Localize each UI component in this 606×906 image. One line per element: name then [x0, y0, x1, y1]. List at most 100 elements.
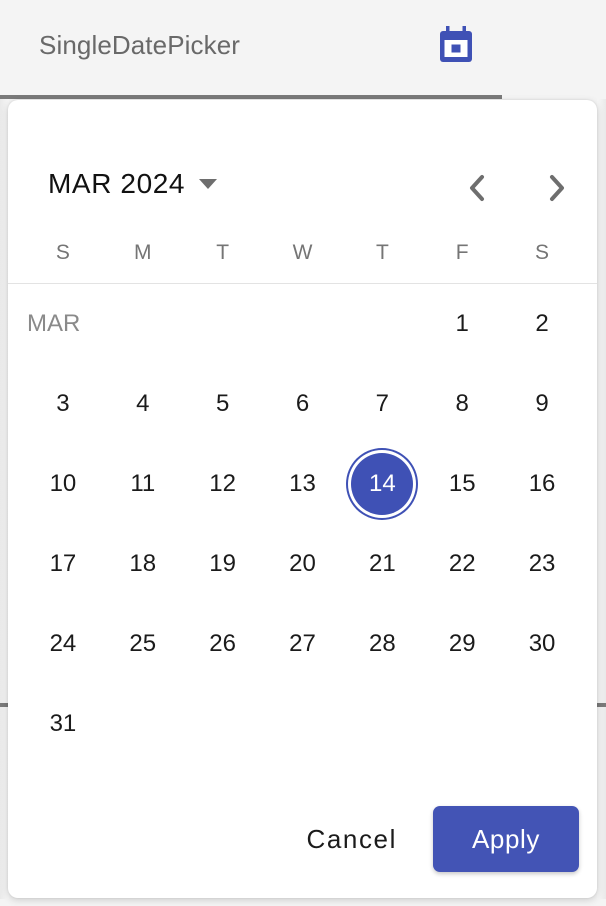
- previous-month-button[interactable]: [457, 168, 497, 208]
- day-cell-empty: [103, 284, 183, 364]
- month-year-label: MAR 2024: [48, 168, 186, 199]
- day-cell[interactable]: 23: [502, 524, 582, 604]
- week-row: 3 4 5 6 7 8 9: [23, 364, 582, 444]
- day-number: 14: [369, 470, 396, 497]
- day-cell-empty: [103, 684, 183, 764]
- week-row: 31: [23, 684, 582, 764]
- day-number: 16: [528, 470, 556, 497]
- date-field-area[interactable]: SingleDatePicker: [0, 0, 606, 99]
- day-cell[interactable]: 28: [342, 604, 422, 684]
- day-cell[interactable]: 31: [23, 684, 103, 764]
- weekday-saturday: S: [535, 241, 550, 264]
- weekday-header-row: S M T W T F S: [8, 230, 597, 276]
- day-cell[interactable]: 26: [183, 604, 263, 684]
- day-number: 9: [535, 390, 549, 417]
- day-cell[interactable]: 29: [422, 604, 502, 684]
- next-month-button[interactable]: [537, 168, 577, 208]
- dialog-actions: Cancel Apply: [8, 780, 597, 898]
- weekday-wednesday: W: [292, 241, 313, 264]
- day-cell-empty: [183, 284, 263, 364]
- day-number: 26: [209, 630, 236, 657]
- cancel-button[interactable]: Cancel: [292, 814, 411, 865]
- calendar-icon[interactable]: [437, 26, 475, 66]
- day-number: 5: [215, 390, 230, 417]
- day-cell[interactable]: 10: [23, 444, 103, 524]
- day-cell-empty: [183, 684, 263, 764]
- day-number: 6: [295, 390, 310, 417]
- day-number: 24: [49, 630, 77, 657]
- day-cell[interactable]: 24: [23, 604, 103, 684]
- day-cell[interactable]: 8: [422, 364, 502, 444]
- day-number: 19: [209, 550, 236, 577]
- calendar-header: MAR 2024: [8, 100, 597, 230]
- day-cell[interactable]: 7: [342, 364, 422, 444]
- day-cell-empty: [422, 684, 502, 764]
- day-number: 27: [289, 630, 316, 657]
- weekday-thursday: T: [375, 241, 389, 264]
- page-edge-right: [597, 99, 606, 899]
- day-cell-empty: [342, 284, 422, 364]
- weekday-sunday: S: [55, 241, 70, 264]
- day-number: 28: [369, 630, 396, 657]
- day-cell[interactable]: 1: [422, 284, 502, 364]
- day-number: 30: [528, 630, 556, 657]
- day-number: 12: [209, 470, 236, 497]
- day-number: 31: [49, 710, 77, 737]
- day-cell[interactable]: 5: [183, 364, 263, 444]
- day-number: 25: [129, 630, 157, 657]
- week-row: 17 18 19 20 21 22 23: [23, 524, 582, 604]
- day-cell[interactable]: 27: [263, 604, 343, 684]
- date-field-underline: [0, 95, 502, 99]
- week-row: 10 11 12 13 14 15 16: [23, 444, 582, 524]
- month-abbrev-label: MAR: [23, 284, 103, 364]
- day-number: 3: [56, 390, 70, 417]
- day-grid: MAR 1 2 3 4 5 6 7 8 9 10 11 12 13 14 15 16 17 18 19 20 21 22 23…: [8, 284, 597, 764]
- day-cell[interactable]: 19: [183, 524, 263, 604]
- weekday-friday: F: [455, 241, 469, 264]
- day-cell[interactable]: 22: [422, 524, 502, 604]
- day-cell[interactable]: 3: [23, 364, 103, 444]
- weekday-tuesday: T: [216, 241, 230, 264]
- day-number: 8: [455, 390, 469, 417]
- day-number: 23: [528, 550, 556, 577]
- day-cell-empty: [263, 684, 343, 764]
- day-cell-empty: [263, 284, 343, 364]
- day-cell[interactable]: 20: [263, 524, 343, 604]
- day-cell[interactable]: 13: [263, 444, 343, 524]
- day-cell[interactable]: 6: [263, 364, 343, 444]
- day-number: MAR: [27, 310, 81, 337]
- day-number: 2: [535, 310, 549, 337]
- day-number: 1: [455, 310, 469, 337]
- month-year-selector[interactable]: MAR 2024: [48, 168, 218, 200]
- day-number: 20: [289, 550, 316, 577]
- date-field-label: SingleDatePicker: [39, 30, 241, 60]
- day-cell[interactable]: 9: [502, 364, 582, 444]
- date-picker-dialog: MAR 2024 S M T W T F S MAR 1 2 3 4 5 6 7 8 9 10 11 1…: [8, 100, 597, 898]
- chevron-left-icon: [470, 175, 484, 201]
- day-cell[interactable]: 4: [103, 364, 183, 444]
- background-field-underline-right: [597, 703, 606, 707]
- day-number: 11: [130, 470, 156, 497]
- day-cell-empty: [502, 684, 582, 764]
- day-cell[interactable]: 25: [103, 604, 183, 684]
- day-cell[interactable]: 11: [103, 444, 183, 524]
- day-cell[interactable]: 2: [502, 284, 582, 364]
- day-number: 21: [369, 550, 396, 577]
- day-cell[interactable]: 12: [183, 444, 263, 524]
- day-number: 15: [448, 470, 476, 497]
- day-cell[interactable]: 17: [23, 524, 103, 604]
- day-number: 17: [49, 550, 77, 577]
- day-number: 29: [448, 630, 476, 657]
- day-cell-selected[interactable]: 14: [342, 444, 422, 524]
- day-cell[interactable]: 18: [103, 524, 183, 604]
- day-number: 7: [375, 390, 390, 417]
- day-cell[interactable]: 15: [422, 444, 502, 524]
- day-cell[interactable]: 21: [342, 524, 422, 604]
- day-number: 4: [136, 390, 150, 417]
- apply-button[interactable]: Apply: [433, 806, 579, 872]
- day-cell[interactable]: 16: [502, 444, 582, 524]
- day-number: 18: [129, 550, 157, 577]
- week-row: MAR 1 2: [23, 284, 582, 364]
- week-row: 24 25 26 27 28 29 30: [23, 604, 582, 684]
- day-cell[interactable]: 30: [502, 604, 582, 684]
